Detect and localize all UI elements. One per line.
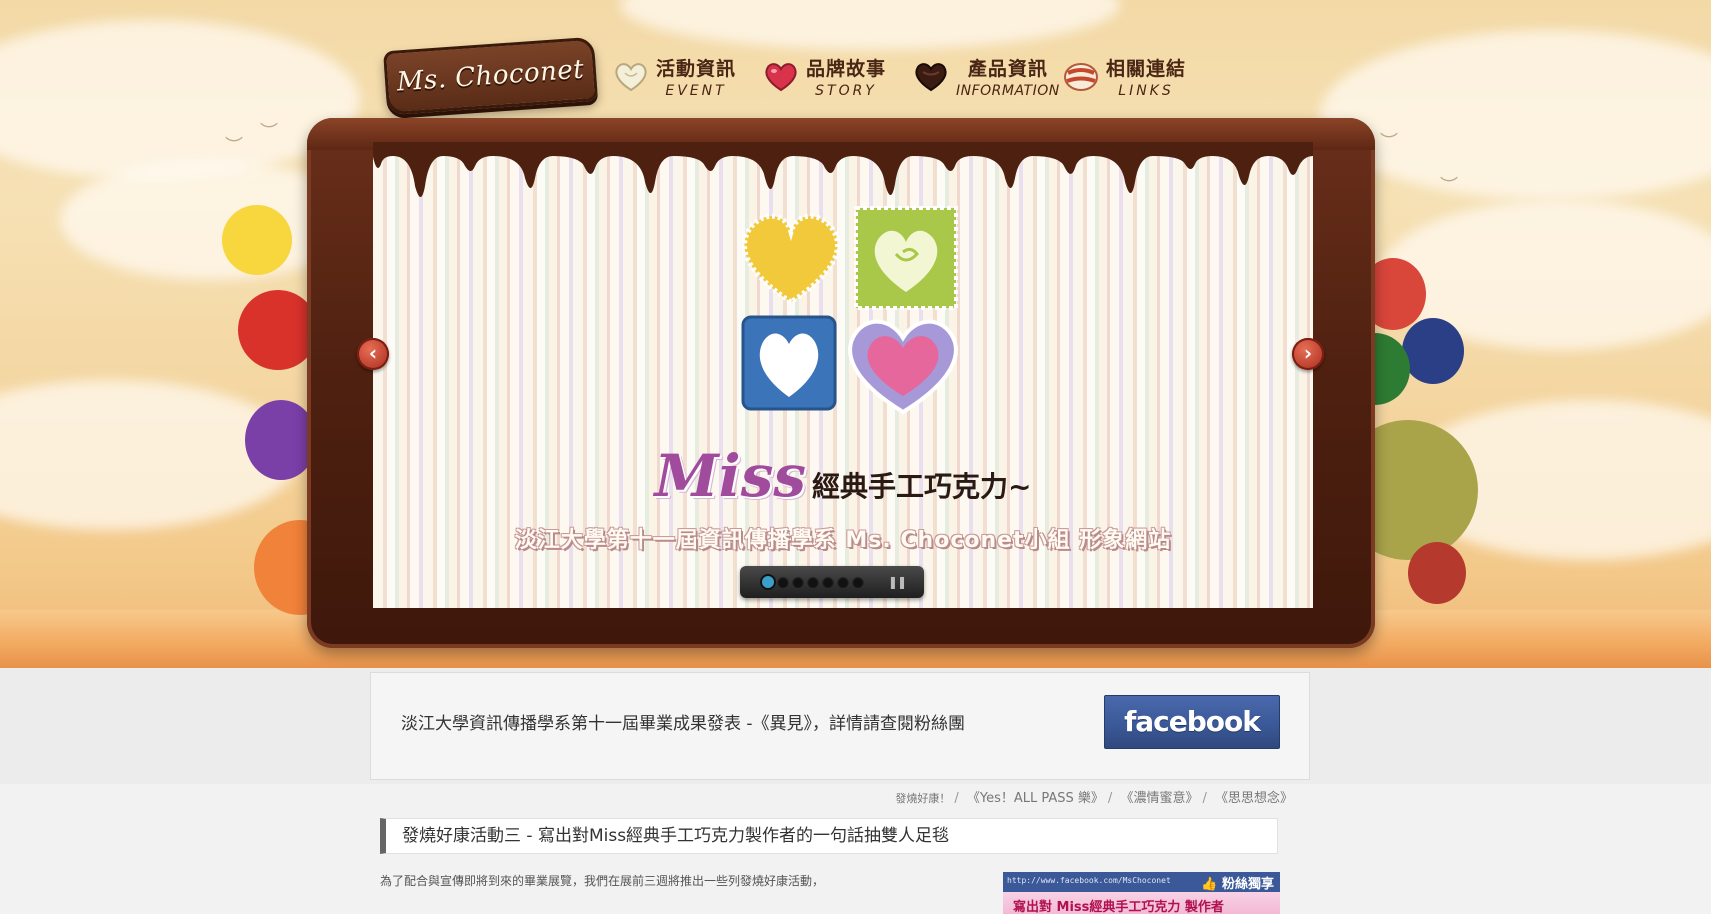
bird-icon: ︶	[1440, 176, 1458, 197]
character-small-girl	[1408, 542, 1466, 604]
character-red	[238, 290, 318, 370]
brand-title-sub: 經典手工巧克力~	[812, 470, 1032, 503]
slider-prev-button[interactable]: ‹	[357, 338, 389, 370]
main-nav: 活動資訊 EVENT 品牌故事 STORY 產品資訊 INFORMATION 相…	[612, 48, 1200, 104]
nav-label-en: INFORMATION	[956, 82, 1060, 99]
slider-dot[interactable]	[852, 576, 864, 588]
character-yellow	[222, 205, 292, 275]
logo-text: Ms. Choconet	[395, 54, 586, 98]
slider-controls: ❚❚	[740, 566, 924, 598]
character-blue-hair	[1402, 318, 1464, 384]
red-heart-icon	[765, 63, 797, 92]
slider-dot[interactable]	[837, 576, 849, 588]
breadcrumb-separator: /	[1202, 791, 1207, 806]
slide-stage: Miss 經典手工巧克力~ 淡江大學第十一屆資訊傳播學系 Ms. Choconet…	[373, 142, 1313, 608]
slider-dot[interactable]	[822, 576, 834, 588]
breadcrumb-item[interactable]: 發燒好康！	[895, 792, 950, 805]
cloud	[0, 20, 360, 180]
nav-label-zh: 相關連結	[1106, 57, 1187, 80]
nav-item-event[interactable]: 活動資訊 EVENT	[612, 48, 750, 104]
fan-card-badge: 👍 粉絲獨享	[1201, 877, 1274, 892]
breadcrumb-item[interactable]: 《思思想念》	[1215, 791, 1293, 806]
announcement-text: 淡江大學資訊傳播學系第十一屆畢業成果發表 -《異見》，詳情請查閱粉絲團	[401, 714, 966, 734]
nav-label-en: STORY	[815, 82, 877, 99]
slider-dot[interactable]	[792, 576, 804, 588]
nav-label-zh: 活動資訊	[656, 57, 737, 80]
brand-title: Miss 經典手工巧克力~	[373, 442, 1313, 510]
cloud	[1320, 30, 1711, 200]
article-title: 發燒好康活動三 - 寫出對Miss經典手工巧克力製作者的一句話抽雙人足毯	[380, 818, 1278, 854]
breadcrumb-item[interactable]: 《Yes！ALL PASS 樂》	[967, 791, 1104, 806]
striped-candy-icon	[1064, 63, 1098, 91]
nav-item-story[interactable]: 品牌故事 STORY	[762, 48, 900, 104]
nav-label-zh: 產品資訊	[967, 57, 1048, 80]
nav-item-information[interactable]: 產品資訊 INFORMATION	[912, 48, 1059, 104]
breadcrumb-separator: /	[1107, 791, 1113, 806]
nav-item-links[interactable]: 相關連結 LINKS	[1062, 48, 1200, 104]
pause-icon[interactable]: ❚❚	[888, 575, 907, 589]
facebook-button[interactable]: facebook	[1104, 695, 1280, 749]
fan-exclusive-image[interactable]: http://www.facebook.com/MsChoconet 👍 粉絲獨…	[1003, 872, 1280, 914]
fan-card-url: http://www.facebook.com/MsChoconet	[1007, 876, 1171, 885]
fan-card-strip: 寫出對 Miss經典手工巧克力 製作者	[1013, 900, 1224, 914]
slider-dot[interactable]	[807, 576, 819, 588]
breadcrumb: 發燒好康！ / 《Yes！ALL PASS 樂》 / 《濃情蜜意》 / 《思思想念》	[895, 787, 1293, 806]
breadcrumb-item[interactable]: 《濃情蜜意》	[1120, 791, 1198, 806]
bird-icon: ︶	[225, 136, 243, 157]
article-body: 為了配合與宣傳即將到來的畢業展覽，我們在展前三週將推出一些列發燒好康活動，	[380, 874, 825, 888]
slider-next-button[interactable]: ›	[1292, 338, 1324, 370]
nav-label-en: EVENT	[665, 82, 727, 99]
nav-label-en: LINKS	[1118, 82, 1174, 99]
dark-chocolate-heart-icon	[915, 63, 947, 92]
heart-logo-graphic	[741, 206, 958, 415]
bird-icon: ︶	[260, 122, 278, 143]
slider-dot[interactable]	[762, 576, 774, 588]
slider-dot[interactable]	[777, 576, 789, 588]
nav-label-zh: 品牌故事	[806, 57, 887, 80]
breadcrumb-separator: /	[954, 791, 959, 806]
white-chocolate-heart-icon	[615, 63, 647, 92]
announcement-banner: 淡江大學資訊傳播學系第十一屆畢業成果發表 -《異見》，詳情請查閱粉絲團 face…	[370, 672, 1310, 780]
bird-icon: ︶	[1380, 132, 1398, 153]
brand-title-miss: Miss	[654, 442, 807, 510]
slide-caption: 淡江大學第十一屆資訊傳播學系 Ms. Choconet小組 形象網站	[514, 528, 1172, 553]
cloud	[620, 0, 1120, 50]
